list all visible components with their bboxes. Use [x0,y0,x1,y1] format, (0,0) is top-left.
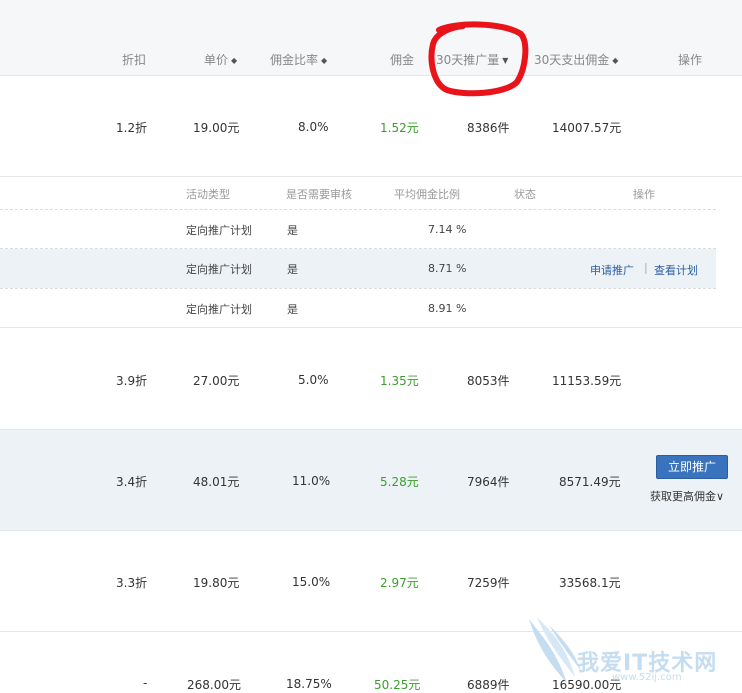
header-unit-price-label: 单价 [204,53,229,67]
sort-icon: ◆ [321,56,328,65]
red-annotation-circle [428,21,529,97]
header-actions: 操作 [678,53,703,67]
header-paid-30d[interactable]: 30天支出佣金 ◆ [534,51,618,68]
plan2-review: 是 [287,263,298,276]
divider [0,176,742,177]
row3-discount: 3.4折 [116,475,148,489]
row1-paid: 14007.57元 [552,121,622,135]
row4-price: 19.80元 [193,576,240,590]
row4-sales: 7259件 [467,576,510,590]
plans-header-type: 活动类型 [186,188,230,201]
row1-discount: 1.2折 [116,121,148,135]
sort-icon: ◆ [231,56,238,65]
plan3-review: 是 [287,303,298,316]
apply-promotion-link[interactable]: 申请推广 [590,262,634,278]
divider [0,327,742,328]
plan2-type: 定向推广计划 [186,263,252,276]
plan1-avg: 7.14 % [428,223,467,236]
row1-price: 19.00元 [193,121,240,135]
header-commission-rate[interactable]: 佣金比率 ◆ [270,51,327,68]
row4-rate: 15.0% [292,575,331,589]
plans-header-status: 状态 [514,188,536,201]
row2-commission: 1.35元 [380,374,419,388]
header-commission: 佣金 [390,53,415,67]
row5-discount: - [143,676,148,690]
row5-price: 268.00元 [187,678,241,692]
row5-rate: 18.75% [286,677,332,691]
row3-rate: 11.0% [292,474,331,488]
link-separator: | [644,261,648,274]
plans-header-review: 是否需要审核 [286,188,352,201]
row1-rate: 8.0% [298,120,329,134]
row4-discount: 3.3折 [116,576,148,590]
row2-paid: 11153.59元 [552,374,622,388]
header-discount: 折扣 [122,53,147,67]
row4-paid: 33568.1元 [559,576,621,590]
plans-header-avg-rate: 平均佣金比例 [394,188,460,201]
plans-header-actions: 操作 [633,188,655,201]
row3-sales: 7964件 [467,475,510,489]
row2-sales: 8053件 [467,374,510,388]
row4-commission: 2.97元 [380,576,419,590]
row1-sales: 8386件 [467,121,510,135]
divider [0,631,742,632]
watermark-url: www.52ij.com [612,672,682,683]
get-higher-commission-link[interactable]: 获取更高佣金∨ [650,488,724,504]
row5-sales: 6889件 [467,678,510,692]
plan1-type: 定向推广计划 [186,224,252,237]
row5-commission: 50.25元 [374,678,421,692]
plan3-avg: 8.91 % [428,302,467,315]
dashed-divider [0,209,716,210]
row2-discount: 3.9折 [116,374,148,388]
row3-highlight [0,430,742,530]
plan3-type: 定向推广计划 [186,303,252,316]
dashed-divider [0,288,716,289]
view-plan-link[interactable]: 查看计划 [654,262,698,278]
plan2-avg: 8.71 % [428,262,467,275]
promote-now-button[interactable]: 立即推广 [656,455,728,479]
header-unit-price[interactable]: 单价 ◆ [204,51,237,68]
sort-icon: ◆ [612,56,619,65]
plan1-review: 是 [287,224,298,237]
row3-commission: 5.28元 [380,475,419,489]
header-commission-rate-label: 佣金比率 [270,53,319,67]
table-header-band [0,0,742,75]
row2-price: 27.00元 [193,374,240,388]
row3-price: 48.01元 [193,475,240,489]
row3-paid: 8571.49元 [559,475,621,489]
divider [0,75,742,76]
row1-commission: 1.52元 [380,121,419,135]
header-paid-30d-label: 30天支出佣金 [534,53,610,67]
divider [0,530,742,531]
row2-rate: 5.0% [298,373,329,387]
